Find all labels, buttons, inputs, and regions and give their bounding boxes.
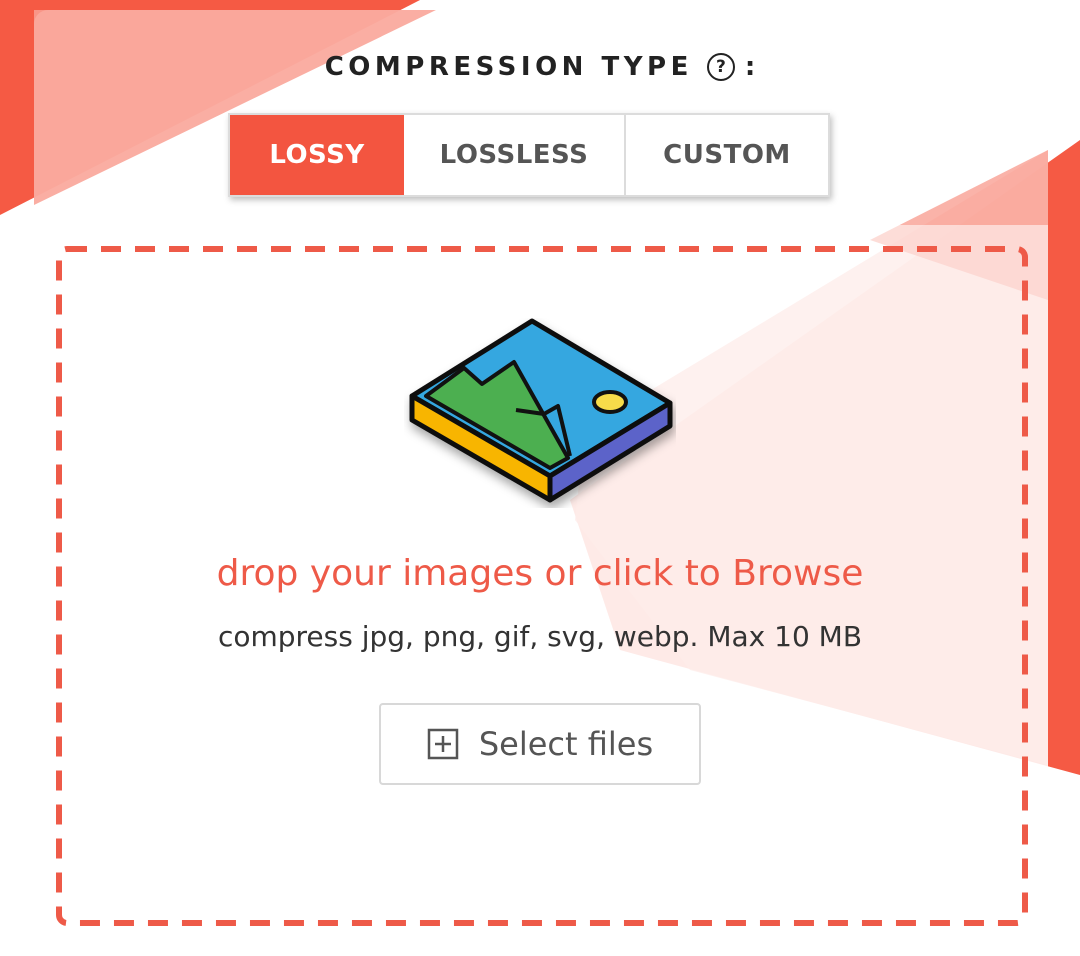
dropzone-prompt[interactable]: drop your images or click to Browse [0,553,1080,594]
tab-lossless[interactable]: LOSSLESS [404,115,626,195]
help-question-icon[interactable]: ? [706,53,735,81]
tab-custom[interactable]: CUSTOM [626,115,828,195]
compression-type-label: COMPRESSION TYPE [324,52,693,82]
plus-square-icon [427,728,459,760]
image-upload-illustration-icon [409,318,673,503]
compression-type-title: COMPRESSION TYPE ? : [0,52,1080,82]
title-colon: : [744,52,756,82]
supported-formats-text: compress jpg, png, gif, svg, webp. Max 1… [217,620,863,653]
tab-lossy[interactable]: LOSSY [230,115,404,195]
select-files-label: Select files [478,725,654,763]
compression-type-selector: LOSSY LOSSLESS CUSTOM [228,113,830,197]
select-files-button[interactable]: Select files [379,703,701,785]
